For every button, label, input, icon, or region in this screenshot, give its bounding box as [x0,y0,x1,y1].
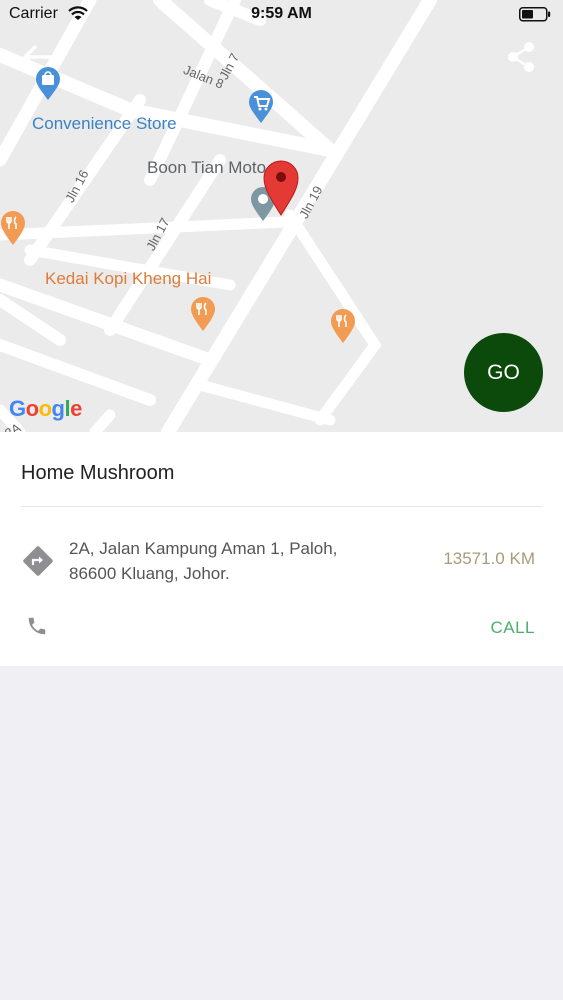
place-details-card: Home Mushroom 2A, Jalan Kampung Aman 1, … [0,432,563,666]
poi-label-convenience-store[interactable]: Convenience Store [32,114,177,134]
cart-pin-icon[interactable] [248,90,274,124]
go-button[interactable]: GO [464,333,543,412]
share-icon[interactable] [505,40,537,74]
restaurant-pin-icon[interactable] [190,296,216,332]
address-line: 2A, Jalan Kampung Aman 1, Paloh, [69,539,338,558]
place-name: Home Mushroom [21,462,175,484]
back-arrow-icon[interactable] [22,44,52,70]
restaurant-pin-icon[interactable] [0,210,26,246]
google-logo: Google [9,396,82,421]
restaurant-pin-icon[interactable] [330,308,356,344]
directions-icon[interactable] [22,545,54,577]
poi-label-boon-tian[interactable]: Boon Tian Moto [147,158,266,178]
place-address: 2A, Jalan Kampung Aman 1, Paloh, 86600 K… [69,536,337,586]
status-time: 9:59 AM [251,5,312,22]
distance-label: 13571.0 KM [443,549,535,568]
status-bar: Carrier 9:59 AM [0,0,563,30]
address-line: 86600 Kluang, Johor. [69,564,230,583]
divider [21,506,542,507]
shopping-pin-icon[interactable] [35,67,61,101]
poi-label-kedai-kopi[interactable]: Kedai Kopi Kheng Hai [45,269,211,289]
phone-icon[interactable] [26,615,48,637]
battery-icon [519,7,551,22]
call-button[interactable]: CALL [490,618,535,638]
location-marker-icon[interactable] [263,160,299,216]
